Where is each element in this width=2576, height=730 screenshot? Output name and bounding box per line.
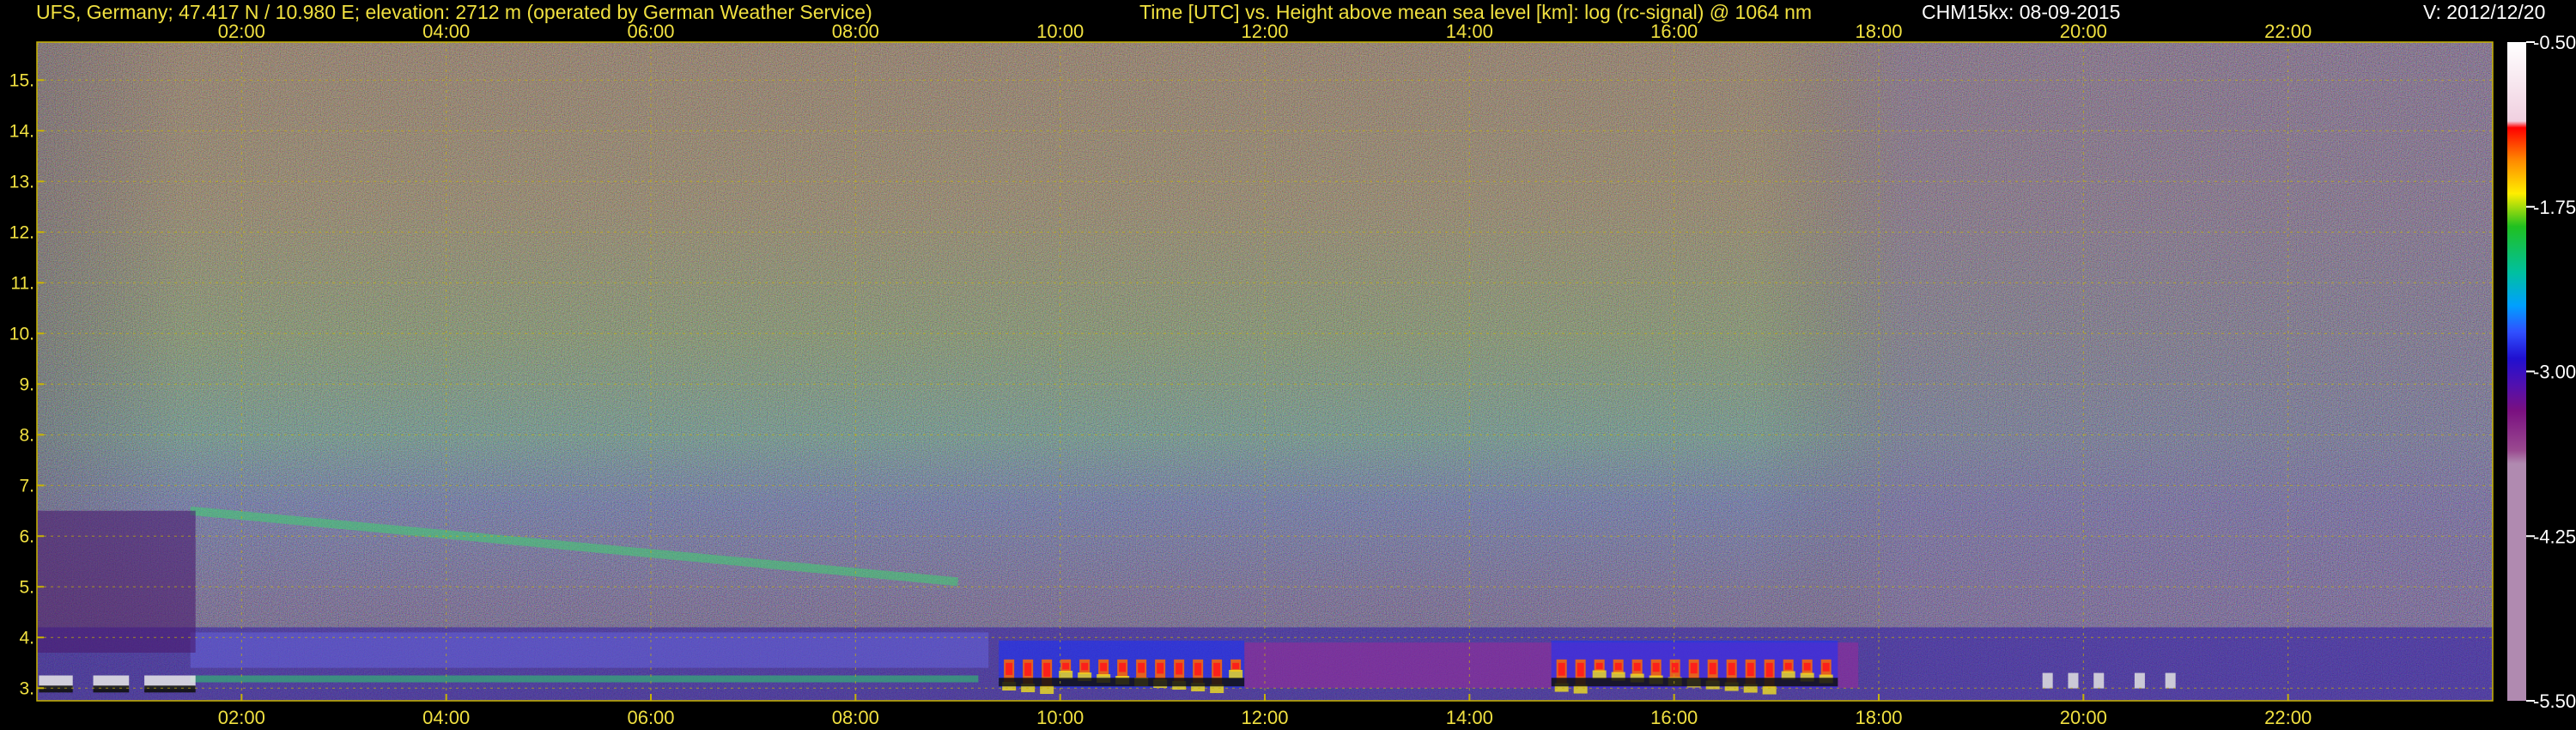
- colorbar-tick-label: -3.00: [2533, 362, 2576, 383]
- x-axis-top: 02:00 04:00 06:00 08:00 10:00 12:00 14:00 16:00…: [218, 21, 2312, 42]
- cloud-core: [1652, 662, 1660, 672]
- cloud-edge: [1040, 685, 1054, 695]
- y-tick-label: 9.: [19, 374, 34, 394]
- x-tick-label-top: 04:00: [422, 21, 470, 42]
- cloud-core: [1081, 662, 1089, 671]
- cloud-core: [1005, 662, 1013, 675]
- x-tick-label-bottom: 02:00: [218, 707, 265, 728]
- cloud-core: [1100, 662, 1108, 672]
- x-tick-label-top: 06:00: [627, 21, 674, 42]
- colorbar-tick-label: -1.75: [2533, 197, 2576, 218]
- y-tick-label: 4.: [19, 628, 34, 648]
- x-tick-label-bottom: 04:00: [422, 707, 470, 728]
- x-tick-label-top: 14:00: [1446, 21, 1493, 42]
- cloud-core: [1784, 662, 1792, 670]
- night-column: [37, 510, 196, 653]
- colorbar-scale: [2507, 42, 2526, 701]
- low-cloud-base: [144, 685, 196, 693]
- ceilometer-chart: 3. 4. 5. 6. 7. 8. 9. 10. 11. 12. 13. 14. 15. 02:00 04…: [9, 21, 2576, 728]
- cloud-core: [1232, 662, 1240, 669]
- colorbar: -0.50 -1.75 -3.00 -4.25 -5.50: [2507, 32, 2576, 712]
- backscatter-noise: [37, 42, 2493, 701]
- x-tick-label-bottom: 14:00: [1446, 707, 1493, 728]
- cloud-core: [1176, 662, 1183, 675]
- x-tick-label-bottom: 06:00: [627, 707, 674, 728]
- cloud-core: [1822, 662, 1830, 672]
- x-tick-label-bottom: 10:00: [1036, 707, 1084, 728]
- y-tick-label: 5.: [19, 577, 34, 597]
- cloud-edge: [1229, 670, 1243, 679]
- x-tick-label-bottom: 22:00: [2264, 707, 2312, 728]
- y-tick-label: 3.: [19, 678, 34, 698]
- x-tick-label-bottom: 08:00: [832, 707, 879, 728]
- y-tick-label: 15.: [9, 70, 34, 90]
- cloud-core: [1213, 662, 1221, 677]
- cloud-edge: [1592, 670, 1607, 679]
- low-cloud-blob: [2068, 672, 2079, 689]
- cloud-core: [1803, 662, 1811, 671]
- x-tick-label-top: 22:00: [2264, 21, 2312, 42]
- cloud-base: [1551, 678, 1838, 687]
- cloud-core: [1595, 662, 1603, 670]
- cloud-core: [1558, 662, 1565, 676]
- x-tick-label-bottom: 18:00: [1855, 707, 1902, 728]
- cloud-core: [1671, 662, 1679, 673]
- x-tick-label-top: 20:00: [2060, 21, 2107, 42]
- x-tick-label-top: 02:00: [218, 21, 265, 42]
- cloud-core: [1709, 662, 1716, 675]
- y-tick-label: 12.: [9, 222, 34, 242]
- cloud-core: [1577, 662, 1584, 677]
- cloud-core: [1690, 662, 1698, 674]
- cloud-core: [1043, 662, 1051, 677]
- cloud-base: [999, 678, 1245, 687]
- low-cloud-blob: [2134, 672, 2145, 689]
- low-cloud-blob: [2042, 672, 2053, 689]
- cloud-core: [1633, 662, 1641, 672]
- y-tick-label: 7.: [19, 476, 34, 496]
- x-tick-label-top: 08:00: [832, 21, 879, 42]
- colorbar-tick-label: -0.50: [2533, 32, 2576, 53]
- aerosol-band-surface: [190, 675, 979, 683]
- cloud-core: [1138, 662, 1145, 673]
- y-tick-label: 6.: [19, 526, 34, 546]
- low-cloud-base: [93, 685, 130, 693]
- cloud-core: [1024, 662, 1032, 676]
- cloud-core: [1119, 662, 1127, 672]
- x-tick-label-bottom: 20:00: [2060, 707, 2107, 728]
- colorbar-tick-label: -4.25: [2533, 526, 2576, 547]
- colorbar-ticks: -0.50 -1.75 -3.00 -4.25 -5.50: [2526, 32, 2576, 712]
- low-cloud-base: [39, 685, 73, 693]
- x-tick-label-top: 12:00: [1241, 21, 1288, 42]
- y-tick-label: 8.: [19, 425, 34, 445]
- cloud-core: [1728, 662, 1735, 676]
- cloud-edge: [1762, 685, 1777, 695]
- cloud-core: [1614, 662, 1622, 671]
- cloud-core: [1062, 662, 1070, 670]
- cloud-core: [1157, 662, 1164, 674]
- y-tick-label: 10.: [9, 324, 34, 344]
- colorbar-tick-label: -5.50: [2533, 690, 2576, 712]
- cloud-core: [1747, 662, 1754, 677]
- low-cloud-blob: [2093, 672, 2105, 689]
- x-tick-label-top: 18:00: [1855, 21, 1902, 42]
- y-tick-label: 14.: [9, 121, 34, 141]
- x-tick-label-top: 16:00: [1650, 21, 1698, 42]
- plot-area: [36, 41, 2494, 702]
- cloud-core: [1765, 662, 1773, 678]
- x-tick-label-top: 10:00: [1036, 21, 1084, 42]
- cloud-core: [1194, 662, 1202, 676]
- x-tick-label-bottom: 12:00: [1241, 707, 1288, 728]
- x-tick-label-bottom: 16:00: [1650, 707, 1698, 728]
- y-tick-label: 13.: [9, 172, 34, 192]
- y-tick-label: 11.: [10, 273, 34, 293]
- low-cloud-blob: [2165, 672, 2176, 689]
